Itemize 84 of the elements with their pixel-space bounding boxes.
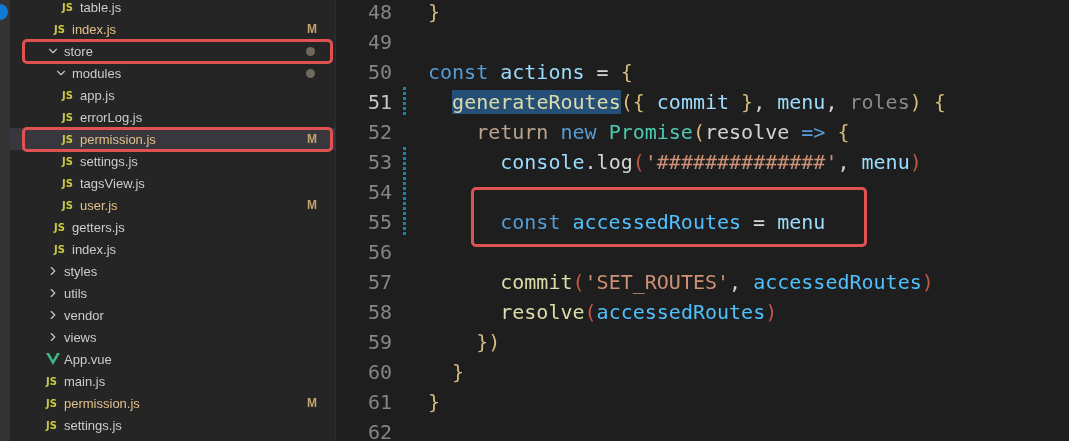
file-row[interactable]: JS getters.js [10,216,335,238]
file-name: user.js [80,197,119,213]
js-file-icon: JS [54,23,68,35]
code-line: } [428,390,441,414]
file-name: permission.js [80,131,157,147]
file-row[interactable]: JS permission.js M [10,128,335,150]
folder-name: vendor [64,307,105,323]
line-number: 55 [366,210,392,234]
line-number: 52 [366,120,392,144]
file-name: settings.js [80,153,139,169]
js-file-icon: JS [62,199,76,211]
file-row[interactable]: JS index.js M [10,18,335,40]
js-file-icon: JS [54,243,68,255]
file-row[interactable]: JS tagsView.js [10,172,335,194]
file-row[interactable]: JS table.js [10,0,335,18]
line-number: 57 [366,270,392,294]
file-name: index.js [72,241,118,257]
file-name: settings.js [64,417,123,433]
code-line: console.log('##############', menu) [499,150,922,174]
file-name: index.js [72,21,118,37]
code-line: const actions = { [428,60,633,84]
folder-row[interactable]: utils [10,282,335,304]
file-name: table.js [80,0,123,15]
file-row[interactable]: JS settings.js [10,414,335,436]
js-file-icon: JS [46,375,60,387]
code-line: const accessedRoutes = menu [499,210,826,234]
js-file-icon: JS [46,397,60,409]
file-name: permission.js [64,395,141,411]
file-name: errorLog.js [80,109,144,125]
file-row[interactable]: JS main.js [10,370,335,392]
file-row[interactable]: App.vue [10,348,335,370]
line-number: 53 [366,150,392,174]
file-name: getters.js [72,219,126,235]
line-number: 50 [366,60,392,84]
code-line: generateRoutes({ commit }, menu, roles) { [451,90,946,114]
line-number: 60 [366,360,392,384]
line-number: 48 [366,0,392,24]
git-status: M [307,132,317,146]
git-status: M [307,396,317,410]
git-status: M [307,198,317,212]
folder-row[interactable]: modules [10,62,335,84]
code-line: }) [475,330,501,354]
file-row[interactable]: JS errorLog.js [10,106,335,128]
line-number: 58 [366,300,392,324]
git-status: M [307,22,317,36]
file-row[interactable]: JS permission.js M [10,392,335,414]
line-number: 51 [366,90,392,114]
folder-name: store [64,43,94,59]
code-line: return new Promise(resolve => { [475,120,850,144]
file-row[interactable]: JS app.js [10,84,335,106]
line-number: 61 [366,390,392,414]
js-file-icon: JS [62,177,76,189]
line-number: 54 [366,180,392,204]
code-line: commit('SET_ROUTES', accessedRoutes) [499,270,934,294]
file-name: main.js [64,373,107,389]
folder-row[interactable]: views [10,326,335,348]
code-line: resolve(accessedRoutes) [499,300,778,324]
folder-name: modules [72,65,123,81]
js-file-icon: JS [62,111,76,123]
folder-name: views [64,329,98,345]
folder-name: utils [64,285,89,301]
file-row[interactable]: JS user.js M [10,194,335,216]
vue-file-icon [46,353,60,365]
line-number: 56 [366,240,392,264]
line-number: 59 [366,330,392,354]
js-file-icon: JS [62,155,76,167]
file-name: tagsView.js [80,175,146,191]
folder-row[interactable]: store [10,40,335,62]
js-file-icon: JS [62,1,76,13]
js-file-icon: JS [54,221,68,233]
file-name: App.vue [64,351,113,367]
code-line: } [428,0,441,24]
folder-name: styles [64,263,99,279]
file-row[interactable]: JS index.js [10,238,335,260]
file-row[interactable]: JS settings.js [10,150,335,172]
line-number: 49 [366,30,392,54]
file-name: app.js [80,87,116,103]
js-file-icon: JS [62,89,76,101]
js-file-icon: JS [62,133,76,145]
folder-row[interactable]: vendor [10,304,335,326]
folder-row[interactable]: styles [10,260,335,282]
code-line: } [451,360,465,384]
line-number: 62 [366,420,392,441]
js-file-icon: JS [46,419,60,431]
